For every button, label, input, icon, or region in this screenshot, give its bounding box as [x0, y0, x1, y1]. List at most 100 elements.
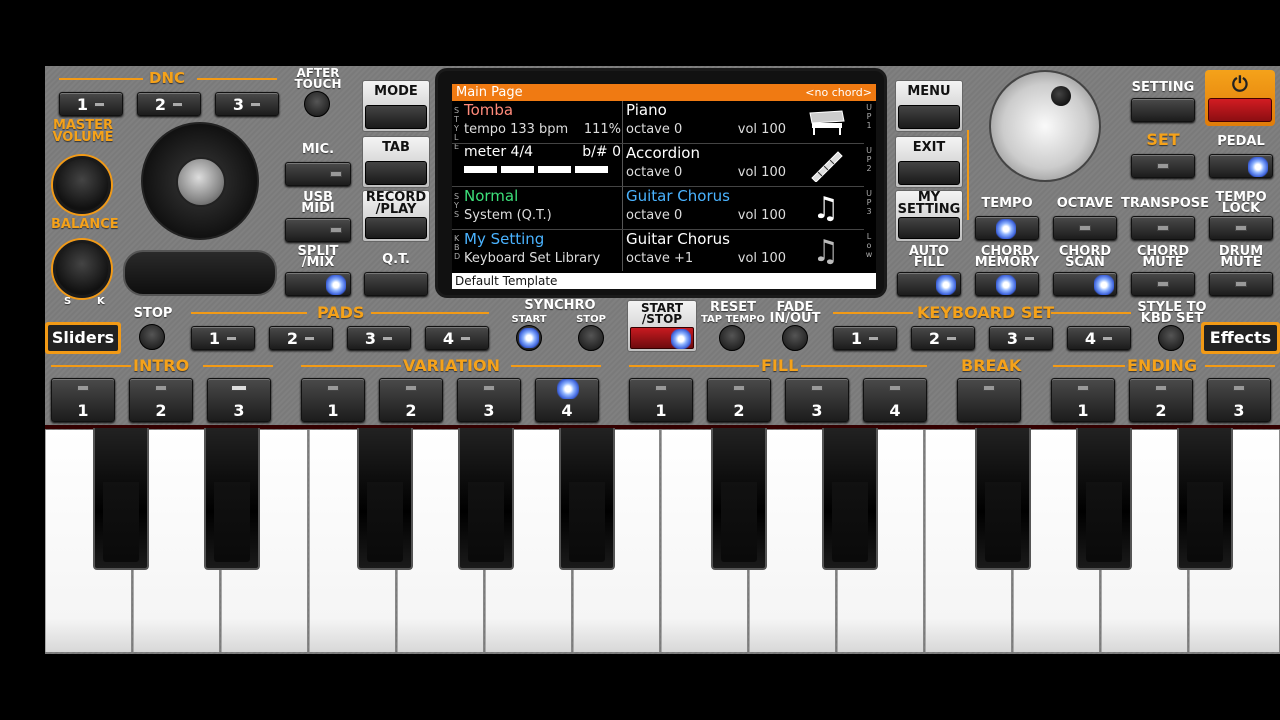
intro-button-1[interactable]: 1 — [51, 378, 115, 422]
chord-memory-button[interactable] — [975, 272, 1039, 296]
fill-button-2[interactable]: 2 — [707, 378, 771, 422]
transpose-button[interactable] — [1131, 216, 1195, 240]
octave-button[interactable] — [1053, 216, 1117, 240]
my-setting-button[interactable]: MY SETTING — [895, 190, 963, 242]
dnc-button-1[interactable]: 1 — [59, 92, 123, 116]
black-key-3[interactable] — [357, 428, 413, 570]
effects-tab[interactable]: Effects — [1201, 322, 1280, 354]
black-key-1[interactable] — [93, 428, 149, 570]
drum-mute-button[interactable] — [1209, 272, 1273, 296]
tempo-lock-button[interactable] — [1209, 216, 1273, 240]
black-key-9[interactable] — [1076, 428, 1132, 570]
exit-button[interactable]: EXIT — [895, 136, 963, 188]
chord-scan-button[interactable] — [1053, 272, 1117, 296]
pedal-button[interactable] — [1209, 154, 1273, 178]
kbd-sub: Keyboard Set Library — [464, 251, 601, 266]
style-side-label: STYLE — [454, 106, 460, 151]
part-row-up3[interactable]: Guitar Chorus octave 0 vol 100 — [626, 187, 786, 229]
tab-button[interactable]: TAB — [362, 136, 430, 188]
kbd-row[interactable]: My Setting Keyboard Set Library — [464, 230, 621, 272]
pad-button-1[interactable]: 1 — [191, 326, 255, 350]
master-volume-label: MASTER VOLUME — [52, 118, 114, 145]
after-touch-button[interactable] — [304, 91, 330, 117]
mic-button[interactable] — [285, 162, 351, 186]
fill-4-led — [889, 385, 901, 391]
synchro-stop-button[interactable] — [578, 325, 604, 351]
black-key-5[interactable] — [559, 428, 615, 570]
balance-knob[interactable] — [53, 240, 111, 298]
variation-label: VARIATION — [403, 356, 500, 375]
style-row[interactable]: Tomba tempo 133 bpm 111% — [464, 101, 621, 143]
set-label: SET — [1146, 130, 1180, 149]
style-to-kbd-button[interactable] — [1158, 325, 1184, 351]
pad-3-led — [382, 335, 394, 341]
black-key-10[interactable] — [1177, 428, 1233, 570]
data-dial[interactable] — [989, 70, 1101, 182]
variation-4-led — [557, 379, 579, 399]
part-row-up2[interactable]: Accordion octave 0 vol 100 — [626, 144, 786, 186]
synchro-start-button[interactable] — [516, 325, 542, 351]
chord-mute-button[interactable] — [1131, 272, 1195, 296]
split-mix-button[interactable] — [285, 272, 351, 296]
usb-midi-button[interactable] — [285, 218, 351, 242]
pads-stop-button[interactable] — [139, 324, 165, 350]
ending-1-led — [1077, 385, 1089, 391]
sys-row[interactable]: Normal System (Q.T.) — [464, 187, 621, 229]
menu-button[interactable]: MENU — [895, 80, 963, 132]
joystick-pad[interactable] — [141, 122, 259, 240]
chord-memory-label: CHORD MEMORY — [974, 244, 1040, 270]
intro-line-right — [203, 365, 273, 367]
break-button[interactable] — [957, 378, 1021, 422]
black-key-4[interactable] — [458, 428, 514, 570]
kbd-set-button-3[interactable]: 3 — [989, 326, 1053, 350]
fill-button-1[interactable]: 1 — [629, 378, 693, 422]
setting-button[interactable] — [1131, 98, 1195, 122]
kbd-set-button-4[interactable]: 4 — [1067, 326, 1131, 350]
start-stop-panel[interactable]: START /STOP — [627, 300, 697, 352]
qt-button[interactable] — [364, 272, 428, 296]
fill-button-3[interactable]: 3 — [785, 378, 849, 422]
part-row-low[interactable]: Guitar Chorus octave +1 vol 100 — [626, 230, 786, 272]
ending-button-2[interactable]: 2 — [1129, 378, 1193, 422]
kbd-set-button-2[interactable]: 2 — [911, 326, 975, 350]
variation-button-4[interactable]: 4 — [535, 378, 599, 422]
variation-button-1[interactable]: 1 — [301, 378, 365, 422]
fade-button[interactable] — [782, 325, 808, 351]
fill-button-4[interactable]: 4 — [863, 378, 927, 422]
auto-fill-button[interactable] — [897, 272, 961, 296]
pad-button-2[interactable]: 2 — [269, 326, 333, 350]
record-play-button[interactable]: RECORD /PLAY — [362, 190, 430, 242]
tempo-button[interactable] — [975, 216, 1039, 240]
ending-button-3[interactable]: 3 — [1207, 378, 1271, 422]
power-button[interactable] — [1208, 98, 1272, 122]
black-key-8[interactable] — [975, 428, 1031, 570]
black-key-7[interactable] — [822, 428, 878, 570]
pad-button-3[interactable]: 3 — [347, 326, 411, 350]
joystick-knob[interactable] — [176, 157, 226, 207]
meter-row[interactable]: meter 4/4 b/# 0 — [464, 144, 621, 186]
start-stop-button[interactable] — [630, 327, 694, 349]
music-note-icon-low: ♫ — [812, 233, 840, 269]
ribbon-controller[interactable] — [123, 250, 277, 296]
part-row-up1[interactable]: Piano octave 0 vol 100 — [626, 101, 786, 143]
part-up2-name: Accordion — [626, 144, 700, 162]
reset-tap-tempo-button[interactable] — [719, 325, 745, 351]
sliders-tab[interactable]: Sliders — [45, 322, 121, 354]
drum-mute-label: DRUM MUTE — [1218, 244, 1264, 270]
sliders-label: Sliders — [48, 325, 118, 351]
variation-button-3[interactable]: 3 — [457, 378, 521, 422]
mode-button[interactable]: MODE — [362, 80, 430, 132]
intro-button-2[interactable]: 2 — [129, 378, 193, 422]
dnc-button-2[interactable]: 2 — [137, 92, 201, 116]
black-key-6[interactable] — [711, 428, 767, 570]
dnc-button-3[interactable]: 3 — [215, 92, 279, 116]
master-volume-knob[interactable] — [53, 156, 111, 214]
set-button[interactable] — [1131, 154, 1195, 178]
black-key-2[interactable] — [204, 428, 260, 570]
intro-button-3[interactable]: 3 — [207, 378, 271, 422]
ending-button-1[interactable]: 1 — [1051, 378, 1115, 422]
pad-button-4[interactable]: 4 — [425, 326, 489, 350]
kbd-set-button-1[interactable]: 1 — [833, 326, 897, 350]
variation-button-2[interactable]: 2 — [379, 378, 443, 422]
sys-name: Normal — [464, 187, 519, 205]
